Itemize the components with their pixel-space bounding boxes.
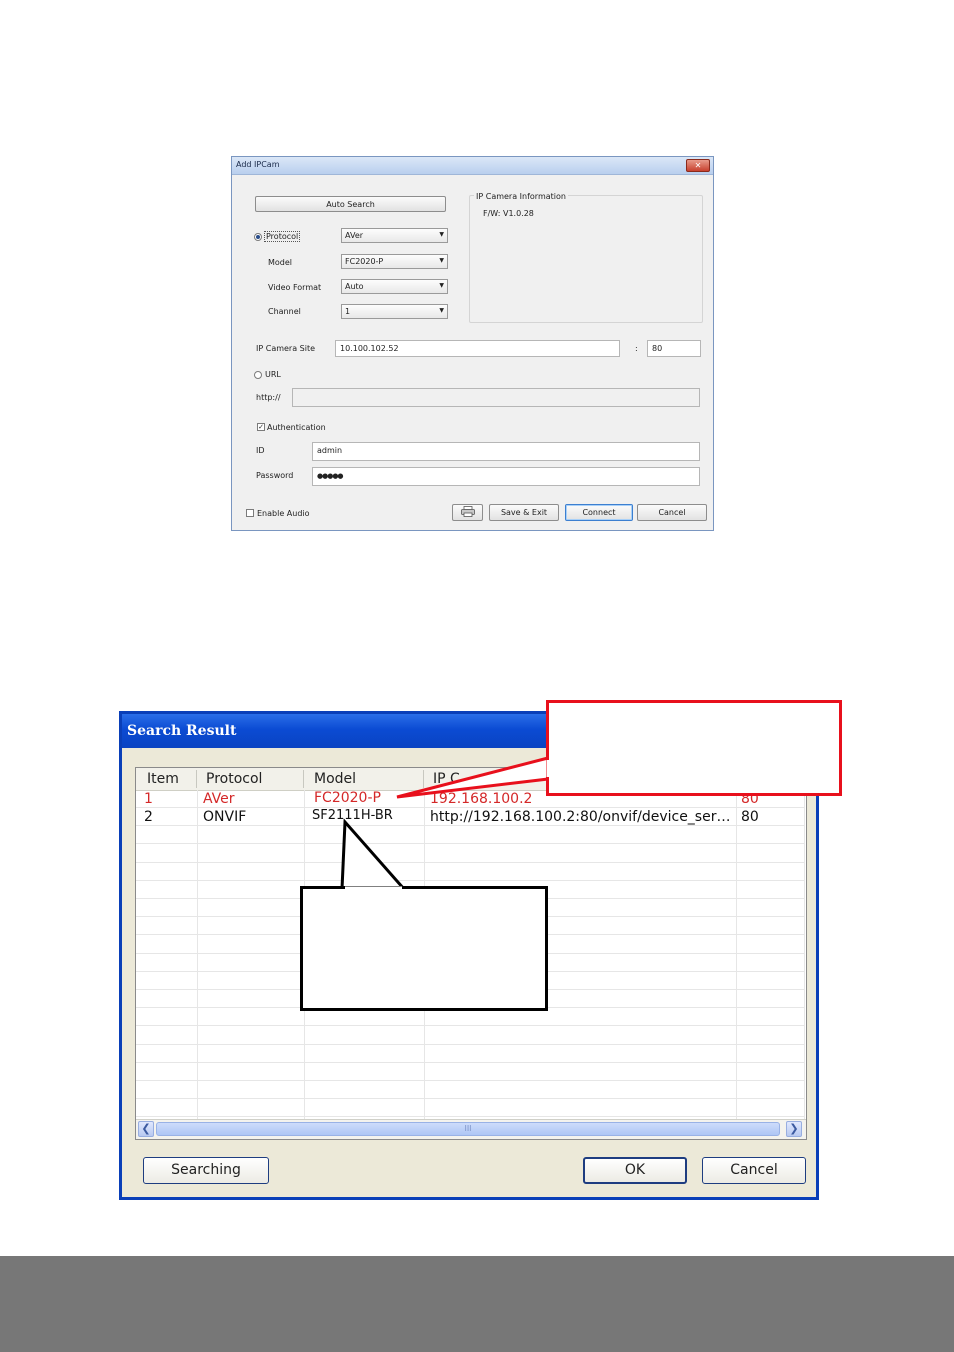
callout-joins: [345, 760, 550, 890]
page-footer: [0, 1256, 954, 1352]
